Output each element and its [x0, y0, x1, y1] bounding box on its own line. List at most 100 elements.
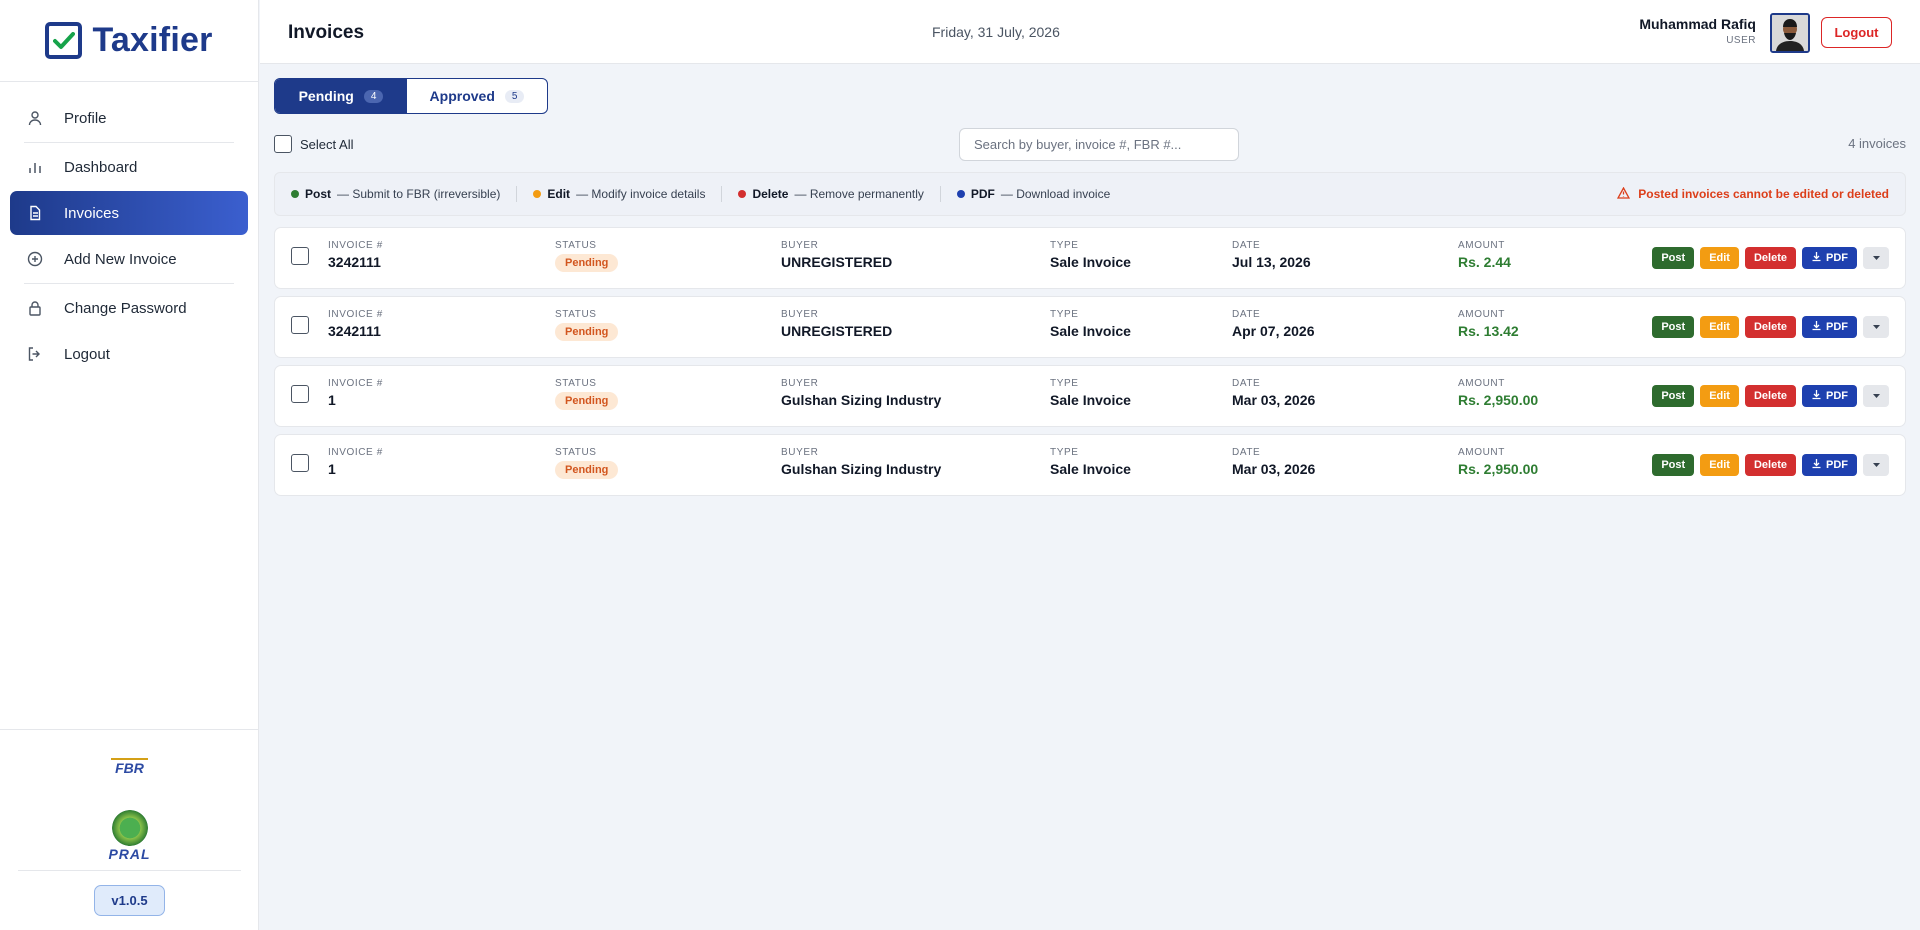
pdf-label: PDF	[1826, 321, 1848, 333]
column-label: AMOUNT	[1458, 240, 1505, 251]
user-name: Muhammad Rafiq	[1639, 16, 1756, 32]
sidebar-item-label: Profile	[64, 109, 107, 127]
tab-pending[interactable]: Pending 4	[275, 79, 407, 113]
row-checkbox[interactable]	[291, 247, 309, 265]
delete-button[interactable]: Delete	[1744, 247, 1796, 269]
column-label: STATUS	[555, 309, 597, 320]
legend-item-pdf: PDF — Download invoice	[956, 187, 1110, 201]
more-actions-button[interactable]	[1863, 385, 1889, 407]
edit-button[interactable]: Edit	[1700, 247, 1739, 269]
invoice-amount: Rs. 2,950.00	[1458, 461, 1539, 477]
more-actions-button[interactable]	[1863, 454, 1889, 476]
buyer-name: UNREGISTERED	[781, 254, 893, 270]
page-title: Invoices	[288, 22, 365, 43]
edit-button[interactable]: Edit	[1700, 316, 1739, 338]
sidebar-item-label: Add New Invoice	[64, 250, 177, 268]
status-cell: STATUS Pending	[555, 378, 619, 410]
sidebar-item-dashboard[interactable]: Dashboard	[10, 145, 248, 189]
post-button[interactable]: Post	[1652, 454, 1695, 476]
search-input[interactable]: Search by buyer, invoice #, FBR #...	[959, 128, 1239, 161]
invoice-row: INVOICE # 1 STATUS Pending BUYER Gulshan…	[274, 434, 1906, 496]
version-badge: v1.0.5	[94, 885, 165, 916]
document-icon	[26, 204, 44, 222]
chevron-down-icon	[1872, 459, 1881, 471]
column-label: DATE	[1232, 378, 1261, 389]
column-label: TYPE	[1050, 240, 1079, 251]
sidebar-item-profile[interactable]: Profile	[10, 96, 248, 140]
column-label: BUYER	[781, 378, 819, 389]
nav-divider	[24, 283, 234, 284]
status-cell: STATUS Pending	[555, 447, 619, 479]
sidebar-item-label: Logout	[64, 345, 110, 363]
delete-button[interactable]: Delete	[1744, 385, 1796, 407]
post-button[interactable]: Post	[1652, 247, 1695, 269]
edit-button[interactable]: Edit	[1700, 385, 1739, 407]
buyer-name: Gulshan Sizing Industry	[781, 461, 942, 477]
logout-button[interactable]: Logout	[1821, 17, 1892, 48]
invoice-number: 3242111	[328, 254, 381, 270]
delete-button[interactable]: Delete	[1744, 316, 1796, 338]
pdf-button[interactable]: PDF	[1802, 454, 1857, 476]
post-button[interactable]: Post	[1652, 316, 1695, 338]
invoice-number: 3242111	[328, 323, 381, 339]
sidebar-item-change-password[interactable]: Change Password	[10, 286, 248, 330]
tab-approved[interactable]: Approved 5	[407, 79, 547, 113]
user-icon	[26, 109, 44, 127]
user-role: USER	[1726, 35, 1756, 46]
column-label: INVOICE #	[328, 378, 383, 389]
pdf-button[interactable]: PDF	[1802, 247, 1857, 269]
nav-divider	[24, 142, 234, 143]
sidebar-item-label: Dashboard	[64, 158, 138, 176]
status-badge: Pending	[555, 323, 619, 341]
invoice-date: Mar 03, 2026	[1232, 461, 1316, 477]
checkbox-logo-icon	[45, 22, 83, 59]
edit-button[interactable]: Edit	[1700, 454, 1739, 476]
brand-logo[interactable]: Taxifier	[0, 0, 258, 82]
actions-legend: Post — Submit to FBR (irreversible) Edit —…	[274, 172, 1906, 216]
sidebar: Taxifier Profile Dashboard Invoices Add …	[0, 0, 259, 930]
row-checkbox[interactable]	[291, 385, 309, 403]
footer-divider	[18, 870, 241, 871]
sidebar-item-logout[interactable]: Logout	[10, 332, 248, 376]
column-label: INVOICE #	[328, 309, 383, 320]
sidebar-nav: Profile Dashboard Invoices Add New Invoi…	[0, 82, 258, 376]
invoice-status-tabs: Pending 4 Approved 5	[274, 78, 548, 114]
delete-button[interactable]: Delete	[1744, 454, 1796, 476]
post-button[interactable]: Post	[1652, 385, 1695, 407]
buyer-cell: BUYER Gulshan Sizing Industry	[781, 447, 941, 477]
sidebar-item-add-new-invoice[interactable]: Add New Invoice	[10, 237, 248, 281]
status-cell: STATUS Pending	[555, 309, 619, 341]
chevron-down-icon	[1872, 252, 1881, 264]
pdf-label: PDF	[1826, 459, 1848, 471]
pdf-label: PDF	[1826, 252, 1848, 264]
sidebar-item-invoices[interactable]: Invoices	[10, 191, 248, 235]
fbr-logo: FBR	[0, 758, 259, 776]
row-checkbox[interactable]	[291, 316, 309, 334]
legend-dot	[291, 190, 299, 198]
invoice-type: Sale Invoice	[1050, 323, 1131, 339]
amount-cell: AMOUNT Rs. 13.42	[1458, 309, 1519, 339]
select-all[interactable]: Select All	[274, 135, 353, 153]
status-badge: Pending	[555, 461, 619, 479]
avatar[interactable]	[1770, 13, 1810, 53]
more-actions-button[interactable]	[1863, 316, 1889, 338]
chevron-down-icon	[1872, 321, 1881, 333]
legend-item-post: Post — Submit to FBR (irreversible)	[291, 187, 500, 201]
row-checkbox[interactable]	[291, 454, 309, 472]
more-actions-button[interactable]	[1863, 247, 1889, 269]
date-cell: DATE Jul 13, 2026	[1232, 240, 1311, 270]
status-badge: Pending	[555, 254, 619, 272]
invoice-number-cell: INVOICE # 3242111	[328, 309, 383, 339]
column-label: TYPE	[1050, 378, 1079, 389]
legend-dot	[738, 190, 747, 198]
pdf-button[interactable]: PDF	[1802, 316, 1857, 338]
buyer-cell: BUYER UNREGISTERED	[781, 240, 892, 270]
row-actions: Post Edit Delete PDF	[1652, 247, 1889, 269]
select-all-checkbox[interactable]	[274, 135, 292, 153]
user-info: Muhammad Rafiq USER	[1639, 16, 1756, 46]
invoice-number-cell: INVOICE # 3242111	[328, 240, 383, 270]
pdf-button[interactable]: PDF	[1802, 385, 1857, 407]
buyer-name: Gulshan Sizing Industry	[781, 392, 942, 408]
warning-triangle-icon	[1617, 186, 1631, 202]
row-actions: Post Edit Delete PDF	[1652, 316, 1889, 338]
